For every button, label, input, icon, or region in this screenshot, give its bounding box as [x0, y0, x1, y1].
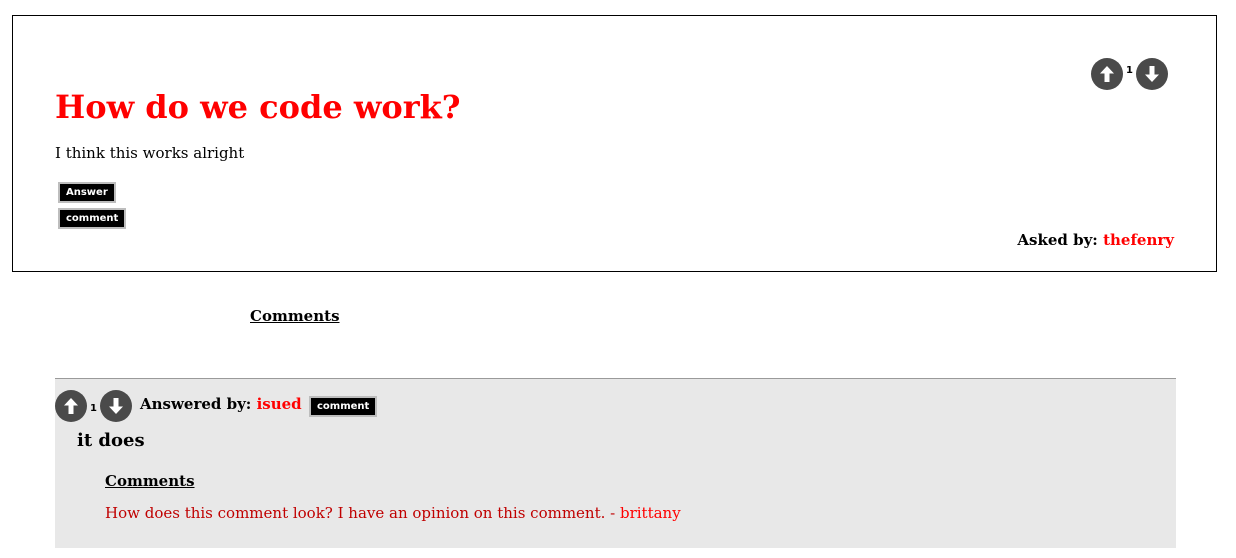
arrow-up-icon — [1100, 66, 1114, 82]
answer-downvote-button[interactable] — [99, 390, 132, 422]
page: 1 How do we code work? I think this work… — [0, 0, 1236, 558]
answer-button[interactable]: Answer — [58, 182, 116, 203]
answered-by: Answered by: isued — [140, 395, 302, 413]
question-title: How do we code work? — [55, 88, 461, 126]
answer-upvote-button[interactable] — [55, 390, 87, 422]
asked-by-user-link[interactable]: thefenry — [1103, 231, 1174, 249]
arrow-down-icon — [1144, 66, 1159, 82]
answer-card: 1 Answered by: isued comment it does Com… — [55, 378, 1176, 548]
answered-by-label: Answered by: — [140, 395, 252, 413]
question-downvote-button[interactable] — [1135, 58, 1168, 90]
question-votes: 1 — [1091, 58, 1168, 90]
arrow-down-icon — [108, 398, 123, 414]
comments-link[interactable]: Comments — [250, 307, 340, 325]
answered-by-user-link[interactable]: isued — [257, 395, 302, 413]
question-card: 1 How do we code work? I think this work… — [12, 15, 1217, 272]
comment-author-link[interactable]: brittany — [620, 504, 681, 522]
answer-comments-heading: Comments — [105, 472, 195, 490]
answer-body: it does — [77, 430, 145, 451]
question-vote-count: 1 — [1126, 64, 1133, 76]
arrow-up-icon — [64, 398, 78, 414]
asked-by: Asked by: thefenry — [1017, 231, 1174, 249]
question-body: I think this works alright — [55, 144, 245, 162]
asked-by-label: Asked by: — [1017, 231, 1098, 249]
answer-votes: 1 — [55, 390, 132, 422]
comment-item: How does this comment look? I have an op… — [105, 504, 681, 522]
answer-vote-count: 1 — [90, 402, 97, 414]
question-upvote-button[interactable] — [1091, 58, 1123, 90]
comment-text: How does this comment look? I have an op… — [105, 504, 620, 522]
answer-comment-button[interactable]: comment — [309, 396, 378, 417]
question-comment-button[interactable]: comment — [58, 208, 127, 229]
